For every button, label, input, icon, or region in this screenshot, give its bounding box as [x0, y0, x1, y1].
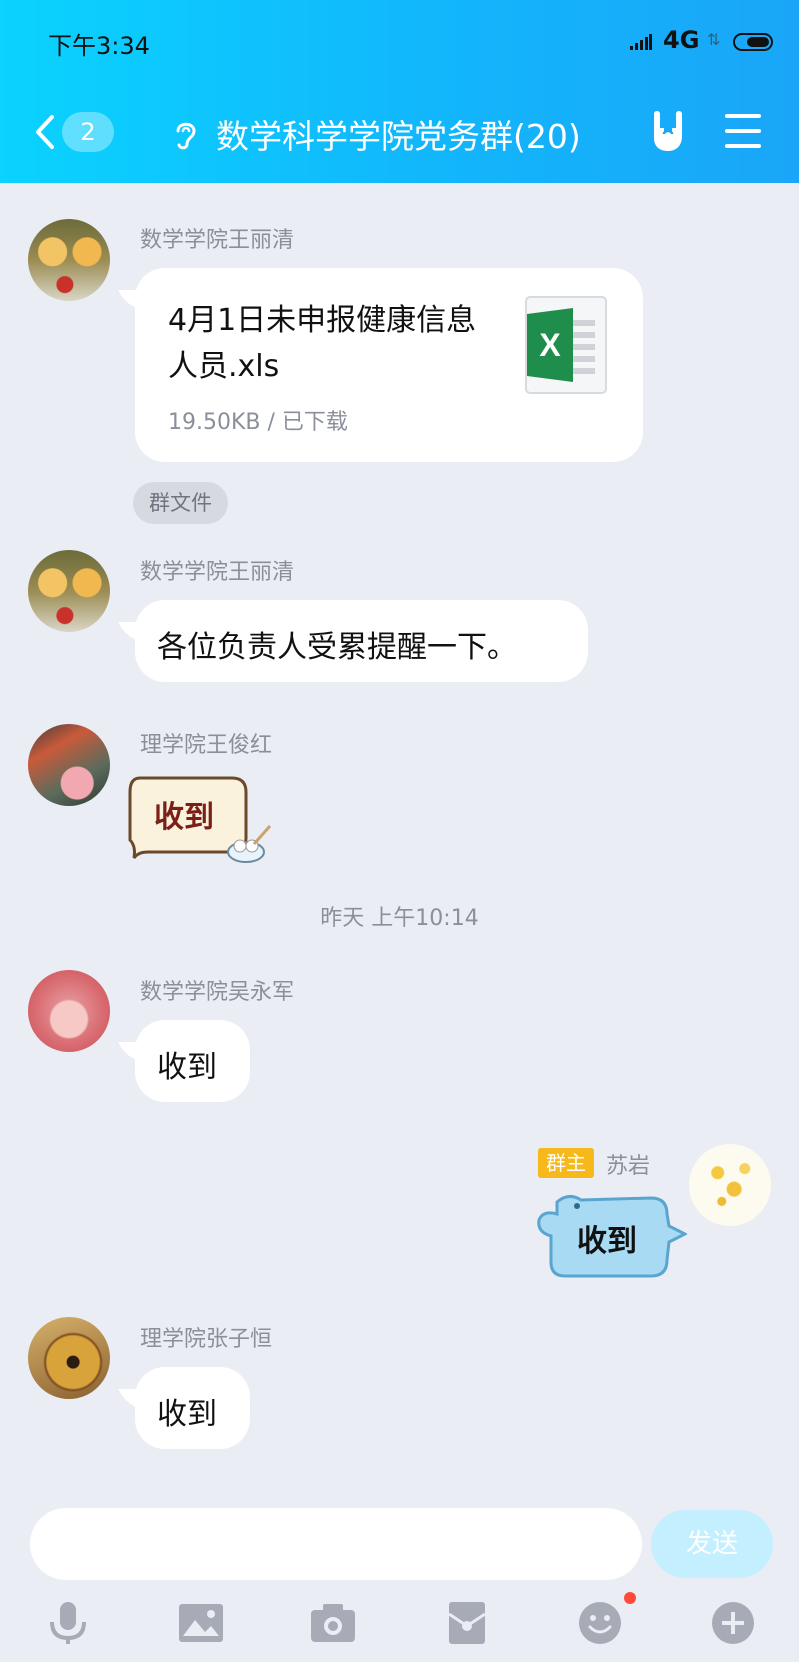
menu-line [725, 114, 761, 118]
text-message-bubble[interactable]: 收到 [135, 1367, 250, 1449]
file-name: 4月1日未申报健康信息人员.xls [168, 303, 477, 384]
text-message-bubble[interactable]: 各位负责人受累提醒一下。 [135, 600, 588, 682]
sender-name: 苏岩 [606, 1154, 651, 1179]
image-icon[interactable] [177, 1600, 225, 1646]
chat-title: 数学科学学院党务群(20) [216, 117, 581, 156]
unread-count-badge: 2 [62, 112, 114, 152]
message-text: 收到 [157, 1050, 217, 1085]
group-file-tag[interactable]: 群文件 [133, 482, 228, 524]
avatar[interactable] [28, 724, 110, 806]
file-meta: 19.50KB / 已下载 [168, 410, 348, 435]
menu-line [725, 129, 761, 133]
message-text: 各位负责人受累提醒一下。 [157, 630, 517, 665]
sticker-text: 收到 [154, 800, 214, 835]
camera-icon[interactable] [309, 1600, 357, 1646]
sticker[interactable]: 收到 [128, 774, 274, 866]
menu-line [725, 144, 761, 148]
message-text: 收到 [157, 1397, 217, 1432]
group-owner-badge: 群主 [538, 1148, 594, 1178]
send-button[interactable]: 发送 [651, 1510, 773, 1578]
avatar[interactable] [28, 1317, 110, 1399]
avatar[interactable] [28, 219, 110, 301]
status-time: 下午3:34 [48, 32, 150, 60]
notification-dot [624, 1592, 636, 1604]
file-message-bubble[interactable]: 4月1日未申报健康信息人员.xls 19.50KB / 已下载 X [135, 268, 643, 462]
status-bar: 下午3:34 4G ⇅ [0, 0, 799, 80]
sender-name: 数学学院王丽清 [140, 560, 295, 585]
network-type: 4G [663, 26, 700, 54]
svg-text:X: X [539, 327, 561, 363]
signal-icon [630, 34, 652, 50]
avatar[interactable] [28, 550, 110, 632]
plus-icon[interactable] [709, 1600, 757, 1646]
avatar[interactable] [28, 970, 110, 1052]
red-packet-icon[interactable] [443, 1600, 491, 1646]
rock-hand-icon[interactable] [646, 108, 690, 154]
excel-file-icon: X [525, 296, 607, 394]
message-input[interactable] [30, 1508, 642, 1580]
sender-name: 数学学院王丽清 [140, 228, 295, 253]
sender-name: 理学院张子恒 [140, 1327, 273, 1352]
sticker-text: 收到 [577, 1224, 637, 1259]
avatar[interactable] [689, 1144, 771, 1226]
sender-name: 数学学院吴永军 [140, 980, 295, 1005]
timestamp: 昨天 上午10:14 [320, 906, 479, 931]
battery-icon [733, 33, 773, 51]
ear-icon[interactable] [173, 117, 199, 151]
sender-name: 理学院王俊红 [140, 733, 273, 758]
text-message-bubble[interactable]: 收到 [135, 1020, 250, 1102]
menu-icon[interactable] [725, 114, 761, 148]
microphone-icon[interactable] [44, 1600, 92, 1646]
emoji-icon[interactable] [576, 1600, 624, 1646]
sticker[interactable]: 收到 [535, 1190, 689, 1280]
chat-header: 下午3:34 4G ⇅ 2 数学科学学院党务群(20) [0, 0, 799, 183]
back-button[interactable]: 2 [30, 108, 116, 158]
chevron-left-icon [36, 115, 54, 149]
data-arrows-icon: ⇅ [707, 30, 721, 49]
